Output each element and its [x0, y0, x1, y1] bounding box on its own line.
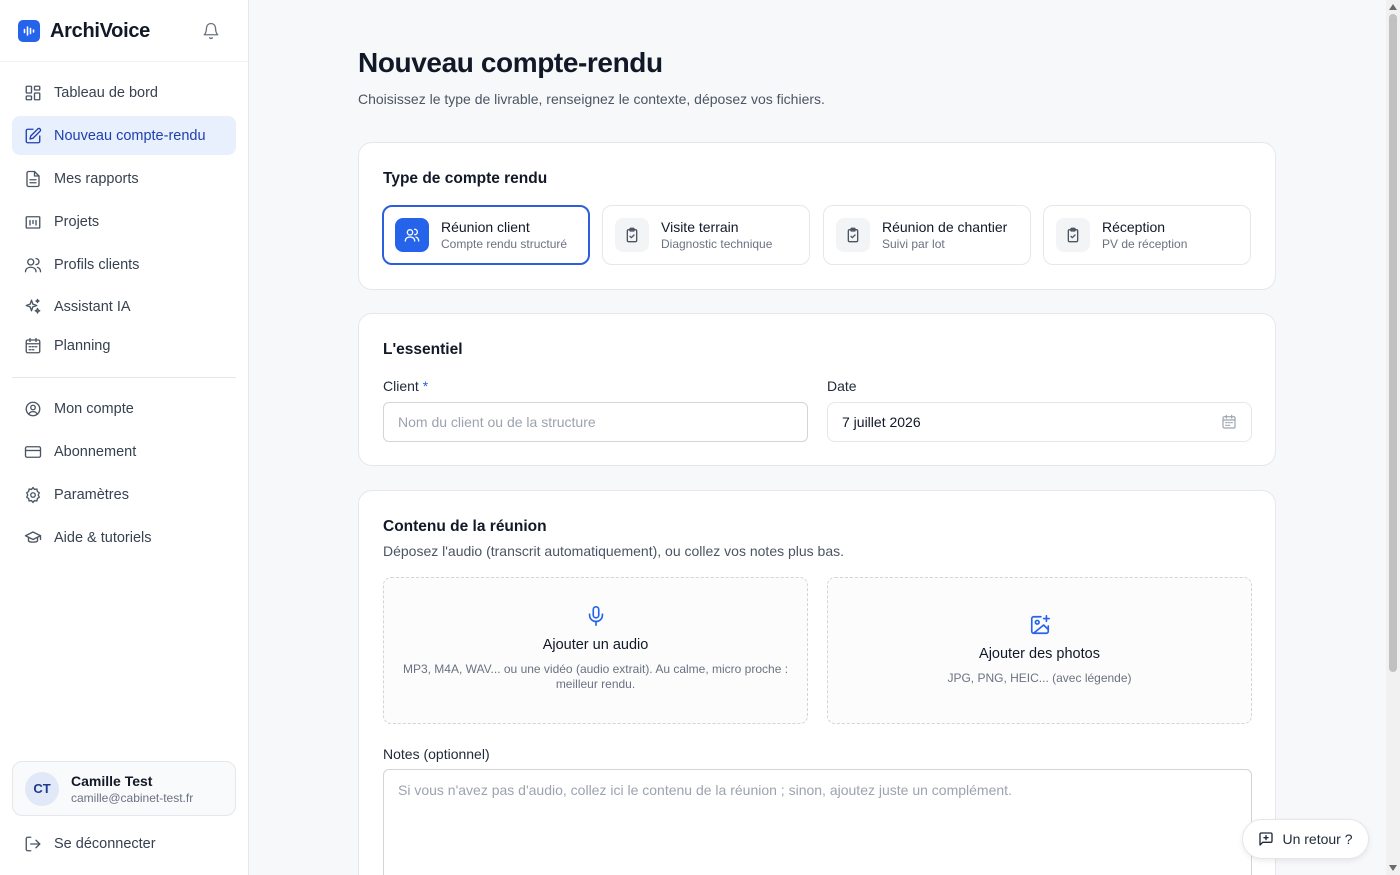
section-title: Contenu de la réunion — [383, 518, 547, 535]
user-circle-icon — [23, 399, 43, 419]
sidebar-item-label: Profils clients — [54, 256, 140, 273]
type-option-client-meeting[interactable]: Réunion client Compte rendu structuré — [382, 205, 590, 265]
brand[interactable]: ArchiVoice — [18, 18, 150, 44]
sidebar-item-settings[interactable]: Paramètres — [12, 475, 236, 514]
type-option-site-visit[interactable]: Visite terrain Diagnostic technique — [602, 205, 810, 265]
page-title: Nouveau compte-rendu — [358, 47, 663, 78]
clipboard-check-icon — [615, 218, 649, 252]
sidebar-item-dashboard[interactable]: Tableau de bord — [12, 73, 236, 112]
sidebar-item-subscription[interactable]: Abonnement — [12, 432, 236, 471]
sidebar-item-new-report[interactable]: Nouveau compte-rendu — [12, 116, 236, 155]
sidebar-item-label: Aide & tutoriels — [54, 529, 152, 546]
sidebar-item-planning[interactable]: Planning — [12, 326, 236, 365]
scroll-up-arrow-icon[interactable] — [1387, 1, 1399, 13]
dashboard-icon — [23, 83, 43, 103]
page-subtitle: Choisissez le type de livrable, renseign… — [358, 91, 825, 107]
document-icon — [23, 169, 43, 189]
avatar: CT — [25, 771, 59, 806]
audio-dropzone-title: Ajouter un audio — [542, 637, 649, 653]
sidebar-item-label: Nouveau compte-rendu — [54, 127, 206, 144]
section-subtitle: Déposez l'audio (transcrit automatiqueme… — [383, 543, 845, 559]
meeting-content-card: Contenu de la réunion Déposez l'audio (t… — [358, 490, 1276, 875]
type-option-desc: Diagnostic technique — [661, 237, 773, 251]
image-plus-icon — [828, 614, 1251, 636]
logout-label: Se déconnecter — [54, 835, 156, 852]
date-value: 7 juillet 2026 — [842, 414, 921, 430]
microphone-icon — [384, 605, 807, 627]
sidebar-item-label: Abonnement — [54, 443, 137, 460]
section-title: Type de compte rendu — [383, 170, 548, 187]
photos-dropzone-title: Ajouter des photos — [979, 646, 1100, 662]
essentials-card: L'essentiel Client * Date 7 juillet 2026 — [358, 313, 1276, 466]
scroll-down-arrow-icon[interactable] — [1387, 862, 1399, 874]
sidebar-item-label: Tableau de bord — [54, 84, 158, 101]
sidebar-item-ai-assistant[interactable]: Assistant IA — [12, 287, 236, 326]
sidebar-item-label: Mon compte — [54, 400, 134, 417]
users-icon — [23, 255, 43, 275]
audio-dropzone-desc: MP3, M4A, WAV... ou une vidéo (audio ext… — [402, 662, 789, 691]
sidebar-item-projects[interactable]: Projets — [12, 202, 236, 241]
type-option-label: Réunion de chantier — [882, 219, 1008, 235]
type-option-desc: Suivi par lot — [882, 237, 945, 251]
logout-icon — [23, 834, 43, 854]
sidebar-item-label: Planning — [54, 337, 111, 354]
sidebar-item-label: Paramètres — [54, 486, 129, 503]
section-title: L'essentiel — [383, 341, 463, 358]
sidebar-item-client-profiles[interactable]: Profils clients — [12, 245, 236, 284]
sidebar-item-reports[interactable]: Mes rapports — [12, 159, 236, 198]
bell-icon[interactable] — [200, 20, 222, 42]
divider — [0, 61, 248, 62]
client-input[interactable] — [383, 402, 808, 442]
sidebar-item-help[interactable]: Aide & tutoriels — [12, 518, 236, 557]
user-card[interactable]: CT Camille Test camille@cabinet-test.fr — [12, 761, 236, 816]
notes-textarea[interactable] — [383, 769, 1252, 875]
scrollbar-thumb[interactable] — [1389, 14, 1397, 672]
type-option-desc: Compte rendu structuré — [441, 237, 568, 251]
projects-icon — [23, 212, 43, 232]
clipboard-check-icon — [836, 218, 870, 252]
date-field[interactable]: 7 juillet 2026 — [827, 402, 1252, 442]
sparkles-icon — [23, 297, 43, 317]
users-icon — [395, 218, 429, 252]
message-square-icon — [1258, 831, 1274, 847]
client-label-text: Client — [383, 378, 419, 394]
calendar-icon[interactable] — [1221, 414, 1237, 433]
logout-button[interactable]: Se déconnecter — [12, 824, 236, 863]
type-option-desc: PV de réception — [1102, 237, 1188, 251]
photos-dropzone-desc: JPG, PNG, HEIC... (avec légende) — [947, 671, 1132, 685]
user-name: Camille Test — [71, 772, 153, 789]
sidebar: ArchiVoice Tableau de bord Nouveau compt… — [0, 0, 249, 875]
credit-card-icon — [23, 442, 43, 462]
type-option-reception[interactable]: Réception PV de réception — [1043, 205, 1251, 265]
sidebar-item-account[interactable]: Mon compte — [12, 389, 236, 428]
type-option-label: Réunion client — [441, 219, 530, 235]
audio-dropzone[interactable]: Ajouter un audio MP3, M4A, WAV... ou une… — [383, 577, 808, 724]
sidebar-item-label: Mes rapports — [54, 170, 139, 187]
type-option-label: Réception — [1102, 219, 1166, 235]
edit-icon — [23, 126, 43, 146]
notes-label: Notes (optionnel) — [383, 746, 490, 762]
type-option-site-meeting[interactable]: Réunion de chantier Suivi par lot — [823, 205, 1031, 265]
app-name: ArchiVoice — [50, 19, 150, 42]
calendar-icon — [23, 336, 43, 356]
feedback-label: Un retour ? — [1282, 831, 1353, 847]
feedback-button[interactable]: Un retour ? — [1242, 819, 1369, 859]
required-mark: * — [422, 378, 429, 394]
sidebar-item-label: Projets — [54, 213, 100, 230]
date-label: Date — [827, 378, 857, 394]
user-email: camille@cabinet-test.fr — [71, 790, 194, 805]
sidebar-item-label: Assistant IA — [54, 298, 131, 315]
client-label: Client * — [383, 378, 428, 394]
gear-icon — [23, 485, 43, 505]
type-option-label: Visite terrain — [661, 219, 739, 235]
graduation-cap-icon — [23, 528, 43, 548]
audio-wave-logo-icon — [18, 20, 40, 42]
clipboard-check-icon — [1056, 218, 1090, 252]
report-type-card: Type de compte rendu Réunion client Comp… — [358, 142, 1276, 290]
photos-dropzone[interactable]: Ajouter des photos JPG, PNG, HEIC... (av… — [827, 577, 1252, 724]
divider — [12, 377, 236, 378]
